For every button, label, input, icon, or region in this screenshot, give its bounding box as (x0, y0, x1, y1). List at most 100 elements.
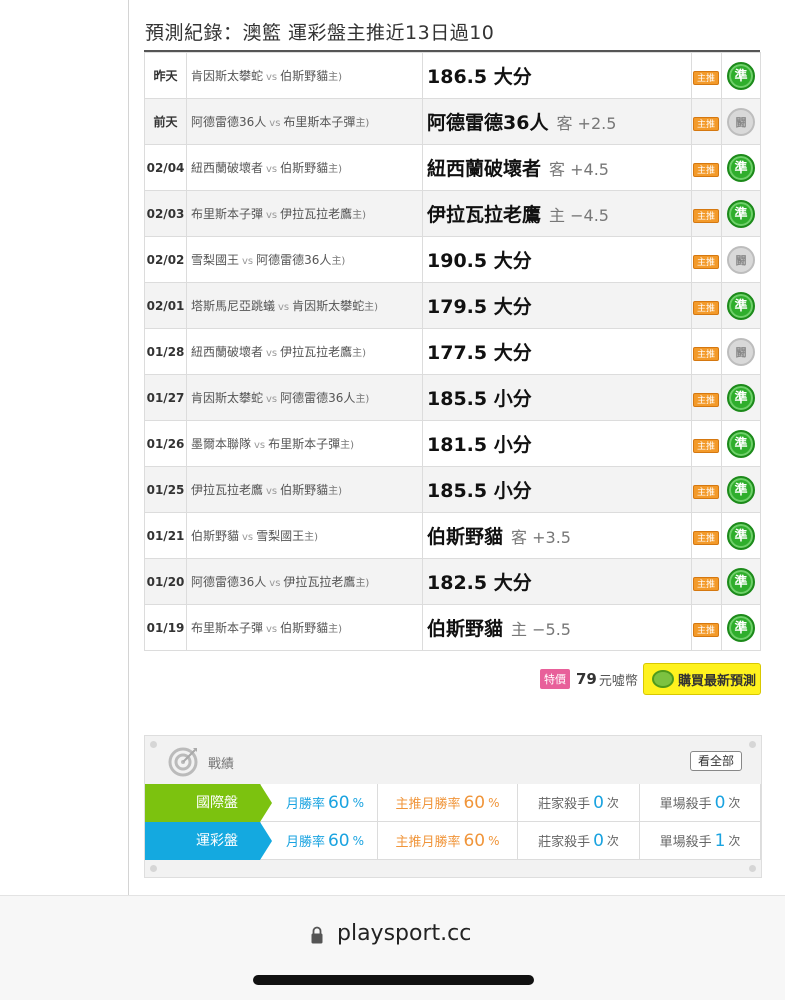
record-tag: 主推 (691, 604, 722, 651)
record-match[interactable]: 塔斯馬尼亞跳蟻 vs 肯因斯太攀蛇主) (186, 282, 423, 329)
record-match[interactable]: 阿德雷德36人 vs 布里斯本子彈主) (186, 98, 423, 145)
record-pick: 阿德雷德36人客 +2.5 (422, 98, 692, 145)
record-date: 02/01 (144, 282, 187, 329)
home-mark: 主) (355, 118, 370, 129)
see-all-button[interactable]: 看全部 (690, 751, 742, 771)
away-team: 塔斯馬尼亞跳蟻 (191, 299, 276, 313)
stats-row-label-text: 國際盤 (196, 795, 238, 811)
pick-main: 185.5 小分 (427, 388, 532, 410)
home-mark: 主) (352, 210, 367, 221)
main-pick-tag: 主推 (693, 209, 719, 223)
pick-main: 190.5 大分 (427, 250, 532, 272)
push-result-icon: 闘 (727, 337, 755, 366)
home-team: 伯斯野貓 (280, 483, 329, 497)
pick-line: 客 +2.5 (556, 114, 617, 133)
pick-main: 紐西蘭破壞者 (427, 158, 542, 180)
away-team: 伊拉瓦拉老鷹 (191, 483, 264, 497)
home-team: 伯斯野貓 (280, 69, 329, 83)
record-match[interactable]: 紐西蘭破壞者 vs 伊拉瓦拉老鷹主) (186, 328, 423, 375)
vs-label: vs (266, 164, 278, 175)
record-pick: 伊拉瓦拉老鷹主 −4.5 (422, 190, 692, 237)
record-match[interactable]: 肯因斯太攀蛇 vs 伯斯野貓主) (186, 52, 423, 99)
single-value: 1 (714, 830, 726, 851)
main-label: 主推月勝率 (395, 835, 461, 850)
record-date: 昨天 (144, 52, 187, 99)
pick-main: 185.5 小分 (427, 480, 532, 502)
away-team: 肯因斯太攀蛇 (191, 391, 264, 405)
buy-latest-prediction-button[interactable]: 購買最新預測 (643, 663, 761, 695)
table-row: 昨天 肯因斯太攀蛇 vs 伯斯野貓主) 186.5 大分 主推 準 (144, 52, 761, 99)
table-row: 01/27 肯因斯太攀蛇 vs 阿德雷德36人主) 185.5 小分 主推 準 (144, 374, 761, 421)
record-match[interactable]: 墨爾本聯隊 vs 布里斯本子彈主) (186, 420, 423, 467)
main-pick-tag: 主推 (693, 439, 719, 453)
record-date: 前天 (144, 98, 187, 145)
home-team: 伊拉瓦拉老鷹 (280, 345, 353, 359)
pick-main: 伯斯野貓 (427, 618, 504, 640)
single-unit: 次 (728, 834, 741, 848)
home-team: 雪梨國王 (256, 529, 305, 543)
main-value: 60 (463, 830, 486, 851)
record-match[interactable]: 阿德雷德36人 vs 伊拉瓦拉老鷹主) (186, 558, 423, 605)
record-match[interactable]: 伯斯野貓 vs 雪梨國王主) (186, 512, 423, 559)
killer-value: 0 (593, 830, 604, 851)
stats-row-label-text: 運彩盤 (196, 833, 238, 849)
away-team: 雪梨國王 (191, 253, 240, 267)
vs-label: vs (269, 118, 281, 129)
main-pick-tag: 主推 (693, 301, 719, 315)
main-pick-tag: 主推 (693, 71, 719, 85)
record-result: 準 (721, 466, 761, 513)
win-result-icon: 準 (727, 199, 755, 228)
record-match[interactable]: 布里斯本子彈 vs 伯斯野貓主) (186, 604, 423, 651)
main-pick-tag: 主推 (693, 255, 719, 269)
vs-label: vs (266, 486, 278, 497)
main-monthly-win-rate: 主推月勝率 60% (377, 784, 517, 822)
record-match[interactable]: 伊拉瓦拉老鷹 vs 伯斯野貓主) (186, 466, 423, 513)
record-tag: 主推 (691, 190, 722, 237)
price-unit: 元噓幣 (598, 673, 638, 689)
home-team: 伯斯野貓 (280, 621, 329, 635)
home-team: 布里斯本子彈 (283, 115, 356, 129)
url-display[interactable]: playsport.cc (337, 921, 471, 946)
corner-dot (749, 865, 756, 872)
away-team: 肯因斯太攀蛇 (191, 69, 264, 83)
main-value: 60 (463, 792, 486, 813)
home-team: 布里斯本子彈 (268, 437, 341, 451)
main-pick-tag: 主推 (693, 485, 719, 499)
record-date: 01/26 (144, 420, 187, 467)
win-result-icon: 準 (727, 613, 755, 642)
away-team: 阿德雷德36人 (191, 575, 267, 589)
vs-label: vs (266, 394, 278, 405)
record-tag: 主推 (691, 374, 722, 421)
record-tag: 主推 (691, 144, 722, 191)
records-table: 昨天 肯因斯太攀蛇 vs 伯斯野貓主) 186.5 大分 主推 準 前天 阿德雷德3… (144, 52, 761, 651)
record-tag: 主推 (691, 52, 722, 99)
table-row: 01/20 阿德雷德36人 vs 伊拉瓦拉老鷹主) 182.5 大分 主推 準 (144, 558, 761, 605)
monthly-win-rate: 月勝率 60% (260, 822, 377, 860)
record-result: 準 (721, 52, 761, 99)
record-date: 02/04 (144, 144, 187, 191)
stats-row-label: 國際盤 (145, 784, 272, 822)
win-result-icon: 準 (727, 429, 755, 458)
pick-main: 阿德雷德36人 (427, 112, 549, 134)
away-team: 布里斯本子彈 (191, 207, 264, 221)
record-match[interactable]: 布里斯本子彈 vs 伊拉瓦拉老鷹主) (186, 190, 423, 237)
home-mark: 主) (352, 348, 367, 359)
record-match[interactable]: 雪梨國王 vs 阿德雷德36人主) (186, 236, 423, 283)
record-pick: 185.5 小分 (422, 374, 692, 421)
monthly-value: 60 (327, 830, 350, 851)
coin-icon (652, 670, 674, 688)
record-date: 02/03 (144, 190, 187, 237)
record-pick: 181.5 小分 (422, 420, 692, 467)
push-result-icon: 闘 (727, 107, 755, 136)
record-match[interactable]: 紐西蘭破壞者 vs 伯斯野貓主) (186, 144, 423, 191)
home-mark: 主) (355, 394, 370, 405)
record-match[interactable]: 肯因斯太攀蛇 vs 阿德雷德36人主) (186, 374, 423, 421)
home-indicator[interactable] (253, 975, 534, 985)
single-game-killer: 單場殺手 0 次 (639, 784, 761, 822)
pick-main: 181.5 小分 (427, 434, 532, 456)
price-amount: 79 (576, 670, 597, 688)
record-result: 準 (721, 420, 761, 467)
home-mark: 主) (304, 532, 319, 543)
single-label: 單場殺手 (659, 797, 712, 812)
monthly-unit: % (352, 795, 365, 810)
